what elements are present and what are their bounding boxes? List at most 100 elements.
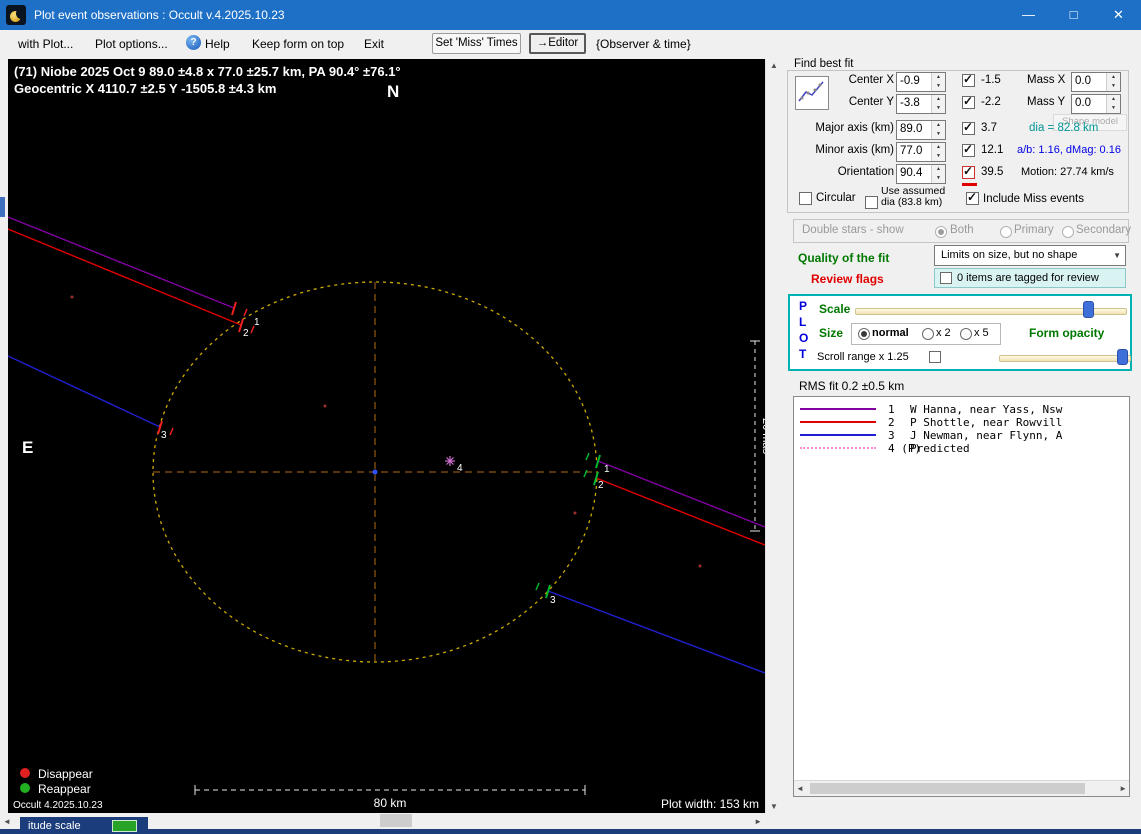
center-y-spinner[interactable]: -3.8 ▲ ▼ bbox=[896, 94, 946, 114]
hscroll-thumb[interactable] bbox=[380, 814, 412, 827]
scroll-up-icon[interactable]: ▲ bbox=[766, 61, 782, 70]
use-assumed-checkbox[interactable] bbox=[865, 196, 878, 209]
size-normal-radio[interactable] bbox=[858, 328, 870, 340]
spinner-buttons: ▲ ▼ bbox=[931, 95, 945, 113]
spinner-up-icon[interactable]: ▲ bbox=[932, 73, 945, 82]
plot-canvas[interactable]: 1 2 3 1 2 3 4 (71) Niobe 2025 Oct 9 89.0… bbox=[7, 59, 772, 813]
major-axis-unc-checkbox[interactable]: ✓ bbox=[962, 120, 975, 135]
size-radio-group: normal x 2 x 5 bbox=[851, 323, 1001, 345]
plot-width-label: Plot width: 153 km bbox=[661, 797, 759, 811]
mass-y-spinner[interactable]: 0.0 ▲ ▼ bbox=[1071, 94, 1121, 114]
occult-shadow-icon bbox=[16, 8, 26, 19]
menu-with-plot[interactable]: with Plot... bbox=[18, 37, 73, 51]
form-opacity-slider[interactable] bbox=[999, 355, 1131, 362]
scroll-range-checkbox[interactable] bbox=[929, 351, 941, 363]
major-axis-spinner[interactable]: 89.0 ▲ ▼ bbox=[896, 120, 946, 140]
observer-row-1[interactable]: 1 W Hanna, near Yass, Nsw bbox=[794, 403, 1129, 416]
observer-row-4[interactable]: 4 (P) Predicted bbox=[794, 442, 1129, 455]
disappear-legend-icon bbox=[20, 768, 30, 778]
mass-x-spinner[interactable]: 0.0 ▲ ▼ bbox=[1071, 72, 1121, 92]
editor-button[interactable]: →Editor bbox=[529, 33, 586, 54]
double-stars-primary-radio[interactable] bbox=[1000, 226, 1012, 238]
help-icon[interactable]: ? bbox=[186, 35, 201, 50]
scroll-down-icon[interactable]: ▼ bbox=[766, 802, 782, 811]
menu-help[interactable]: Help bbox=[205, 37, 230, 51]
double-stars-primary-label: Primary bbox=[1014, 224, 1054, 236]
scroll-right-icon[interactable]: ► bbox=[1119, 784, 1127, 793]
quality-label: Quality of the fit bbox=[798, 251, 890, 265]
form-opacity-slider-thumb[interactable] bbox=[1117, 349, 1128, 365]
center-x-unc-checkbox[interactable]: ✓ bbox=[962, 72, 975, 87]
form-opacity-label: Form opacity bbox=[1029, 326, 1105, 340]
plot-letter-o: O bbox=[799, 331, 809, 345]
center-x-spinner[interactable]: -0.9 ▲ ▼ bbox=[896, 72, 946, 92]
use-assumed-label-2: dia (83.8 km) bbox=[881, 196, 943, 208]
major-axis-unc-value: 3.7 bbox=[981, 122, 997, 134]
center-y-label: Center Y bbox=[848, 96, 894, 108]
spinner-down-icon[interactable]: ▼ bbox=[1107, 82, 1120, 91]
menu-plot-options[interactable]: Plot options... bbox=[95, 37, 168, 51]
size-x5-radio[interactable] bbox=[960, 328, 972, 340]
scroll-left-icon[interactable]: ◄ bbox=[796, 784, 804, 793]
plot-vertical-scrollbar[interactable]: ▲ ▼ bbox=[765, 59, 782, 813]
observer-row-3[interactable]: 3 J Newman, near Flynn, A bbox=[794, 429, 1129, 442]
menu-keep-on-top[interactable]: Keep form on top bbox=[252, 37, 344, 51]
spinner-up-icon[interactable]: ▲ bbox=[932, 95, 945, 104]
minor-axis-spinner[interactable]: 77.0 ▲ ▼ bbox=[896, 142, 946, 162]
maximize-button[interactable]: □ bbox=[1051, 0, 1096, 30]
plot-letter-t: T bbox=[799, 347, 807, 361]
rms-fit-label: RMS fit 0.2 ±0.5 km bbox=[799, 379, 905, 393]
spinner-down-icon[interactable]: ▼ bbox=[932, 130, 945, 139]
check-icon: ✓ bbox=[967, 190, 978, 204]
spinner-up-icon[interactable]: ▲ bbox=[932, 165, 945, 174]
close-button[interactable]: ✕ bbox=[1096, 0, 1141, 30]
quality-dropdown[interactable]: Limits on size, but no shape ▼ bbox=[934, 245, 1126, 266]
double-stars-both-label: Both bbox=[950, 224, 974, 236]
double-stars-secondary-radio[interactable] bbox=[1062, 226, 1074, 238]
scroll-right-icon[interactable]: ► bbox=[754, 817, 762, 826]
size-x2-radio[interactable] bbox=[922, 328, 934, 340]
include-miss-label: Include Miss events bbox=[983, 193, 1084, 205]
background-green-control bbox=[112, 820, 137, 832]
center-y-value: -3.8 bbox=[900, 97, 920, 109]
review-flags-checkbox[interactable] bbox=[940, 272, 952, 284]
spinner-down-icon[interactable]: ▼ bbox=[932, 174, 945, 183]
motion-value: Motion: 27.74 km/s bbox=[1021, 166, 1114, 178]
side-panel: Find best fit Center X -0.9 ▲ ▼ ✓ -1.5 M… bbox=[781, 57, 1141, 813]
diameter-value: dia = 82.8 km bbox=[1029, 122, 1099, 134]
center-y-unc-checkbox[interactable]: ✓ bbox=[962, 94, 975, 109]
dropdown-arrow-icon[interactable]: ▼ bbox=[1113, 251, 1121, 260]
observer-list[interactable]: 1 W Hanna, near Yass, Nsw 2 P Shottle, n… bbox=[793, 396, 1130, 797]
set-miss-times-button[interactable]: Set 'Miss' Times bbox=[432, 33, 521, 54]
orientation-spinner[interactable]: 90.4 ▲ ▼ bbox=[896, 164, 946, 184]
major-axis-label: Major axis (km) bbox=[815, 122, 894, 134]
circular-checkbox[interactable] bbox=[799, 192, 812, 205]
spinner-up-icon[interactable]: ▲ bbox=[1107, 95, 1120, 104]
predicted-star-icon bbox=[445, 456, 455, 466]
mass-x-label: Mass X bbox=[1027, 74, 1066, 86]
menu-exit[interactable]: Exit bbox=[364, 37, 384, 51]
observer-row-2[interactable]: 2 P Shottle, near Rowvill bbox=[794, 416, 1129, 429]
minor-axis-unc-checkbox[interactable]: ✓ bbox=[962, 142, 975, 157]
spinner-up-icon[interactable]: ▲ bbox=[1107, 73, 1120, 82]
minimize-button[interactable]: — bbox=[1006, 0, 1051, 30]
hscroll-thumb[interactable] bbox=[810, 783, 1085, 794]
spinner-down-icon[interactable]: ▼ bbox=[932, 104, 945, 113]
scroll-left-icon[interactable]: ◄ bbox=[3, 817, 11, 826]
observer-list-hscrollbar[interactable]: ◄ ► bbox=[794, 780, 1129, 796]
scale-slider-thumb[interactable] bbox=[1083, 301, 1094, 318]
orientation-unc-checkbox[interactable]: ✓ bbox=[962, 164, 975, 179]
background-window-fragment: itude scale bbox=[20, 817, 148, 834]
spinner-down-icon[interactable]: ▼ bbox=[932, 82, 945, 91]
observer-time-button[interactable]: {Observer & time} bbox=[596, 37, 691, 51]
background-window-strip bbox=[0, 829, 1141, 834]
spinner-down-icon[interactable]: ▼ bbox=[932, 152, 945, 161]
disappear-legend-label: Disappear bbox=[38, 767, 93, 781]
plot-letter-l: L bbox=[799, 315, 807, 329]
orientation-unc-value: 39.5 bbox=[981, 166, 1004, 178]
spinner-up-icon[interactable]: ▲ bbox=[932, 143, 945, 152]
spinner-down-icon[interactable]: ▼ bbox=[1107, 104, 1120, 113]
include-miss-checkbox[interactable]: ✓ bbox=[966, 190, 979, 205]
double-stars-both-radio[interactable] bbox=[935, 226, 947, 238]
spinner-up-icon[interactable]: ▲ bbox=[932, 121, 945, 130]
